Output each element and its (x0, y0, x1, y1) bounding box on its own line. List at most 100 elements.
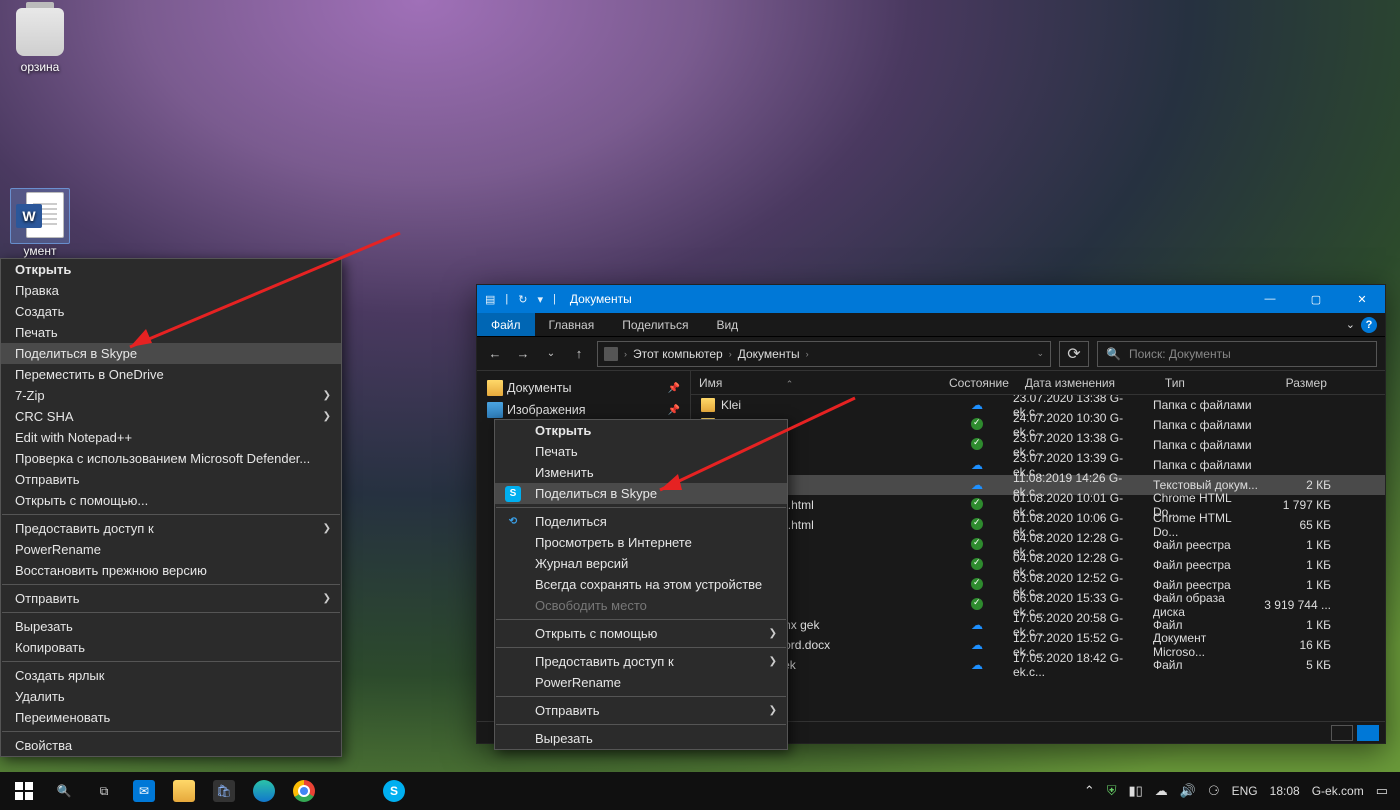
col-name[interactable]: Имя ⌃ (691, 376, 941, 390)
nav-documents[interactable]: Документы 📌 (477, 377, 690, 399)
ctx-create-shortcut[interactable]: Создать ярлык (1, 665, 341, 686)
file-size: 1 КБ (1259, 538, 1331, 552)
ctx-copy[interactable]: Копировать (1, 637, 341, 658)
tray-brand: G-ek.com (1312, 784, 1364, 798)
task-view-button[interactable]: ⧉ (84, 772, 124, 810)
file-row[interactable]: ция nginx gek☁17.05.2020 18:42 G-ek.c...… (691, 655, 1385, 675)
tray-notifications-icon[interactable]: ▭ (1376, 783, 1388, 799)
ectx-share[interactable]: ⟲Поделиться (495, 511, 787, 532)
ectx-grant-access[interactable]: Предоставить доступ к❯ (495, 651, 787, 672)
ribbon-expand-icon[interactable]: ⌄ (1346, 318, 1355, 331)
view-details-button[interactable] (1331, 725, 1353, 741)
ctx-delete[interactable]: Удалить (1, 686, 341, 707)
taskbar-chrome[interactable] (284, 772, 324, 810)
search-button[interactable]: 🔍 (44, 772, 84, 810)
ctx-crc-sha[interactable]: CRC SHA❯ (1, 406, 341, 427)
file-state: ☁ (941, 638, 1013, 652)
tray-chevron-icon[interactable]: ⌃ (1084, 783, 1095, 799)
ectx-change[interactable]: Изменить (495, 462, 787, 483)
col-type[interactable]: Тип (1157, 376, 1263, 390)
skype-icon: S (505, 486, 521, 502)
file-type: Файл образа диска (1153, 591, 1259, 619)
tab-file[interactable]: Файл (477, 313, 535, 336)
tab-share[interactable]: Поделиться (608, 313, 702, 336)
file-size: 3 919 744 ... (1259, 598, 1331, 612)
nav-back-button[interactable]: ← (485, 346, 505, 361)
ectx-print[interactable]: Печать (495, 441, 787, 462)
taskbar-explorer[interactable] (164, 772, 204, 810)
explorer-titlebar[interactable]: ▤ | ↻ ▾ | Документы — ▢ ✕ (477, 285, 1385, 313)
ctx-defender[interactable]: Проверка с использованием Microsoft Defe… (1, 448, 341, 469)
ctx-restore-previous[interactable]: Восстановить прежнюю версию (1, 560, 341, 581)
help-icon[interactable]: ? (1361, 317, 1377, 333)
ectx-cut[interactable]: Вырезать (495, 728, 787, 749)
taskbar-store[interactable]: 🛍 (204, 772, 244, 810)
col-size[interactable]: Размер (1263, 376, 1335, 390)
mail-icon: ✉ (133, 780, 155, 802)
qat-dropdown-icon[interactable]: ▾ (537, 293, 543, 306)
tab-home[interactable]: Главная (535, 313, 609, 336)
ctx-powerrename[interactable]: PowerRename (1, 539, 341, 560)
ctx-cut[interactable]: Вырезать (1, 616, 341, 637)
start-button[interactable] (4, 772, 44, 810)
ctx-notepadpp[interactable]: Edit with Notepad++ (1, 427, 341, 448)
tray-battery-icon[interactable]: ▮▯ (1128, 783, 1142, 799)
ectx-view-online[interactable]: Просмотреть в Интернете (495, 532, 787, 553)
nav-pictures[interactable]: Изображения 📌 (477, 399, 690, 421)
file-list-pane: Имя ⌃ Состояние Дата изменения Тип Разме… (691, 371, 1385, 721)
qat-undo-icon[interactable]: ↻ (518, 293, 527, 306)
ctx-share-skype[interactable]: Поделиться в Skype (1, 343, 341, 364)
maximize-button[interactable]: ▢ (1293, 285, 1339, 313)
ectx-send-to[interactable]: Отправить❯ (495, 700, 787, 721)
ectx-open-with[interactable]: Открыть с помощью❯ (495, 623, 787, 644)
ctx-7zip[interactable]: 7-Zip❯ (1, 385, 341, 406)
tray-language[interactable]: ENG (1232, 784, 1258, 798)
nav-forward-button[interactable]: → (513, 346, 533, 361)
col-state[interactable]: Состояние (941, 376, 1017, 390)
ectx-share-skype[interactable]: SПоделиться в Skype (495, 483, 787, 504)
tray-onedrive-icon[interactable]: ☁ (1155, 783, 1168, 799)
system-tray: ⌃ ⛨ ▮▯ ☁ 🔊 ⚆ ENG 18:08 G-ek.com ▭ (1084, 783, 1396, 799)
desktop-recycle-bin[interactable]: орзина (2, 8, 78, 74)
ctx-create[interactable]: Создать (1, 301, 341, 322)
ctx-send-to[interactable]: Отправить❯ (1, 588, 341, 609)
ctx-rename[interactable]: Переименовать (1, 707, 341, 728)
refresh-button[interactable]: ⟳ (1059, 341, 1089, 367)
breadcrumb-dropdown-icon[interactable]: ⌄ (1036, 348, 1044, 359)
ectx-version-history[interactable]: Журнал версий (495, 553, 787, 574)
task-view-icon: ⧉ (100, 784, 109, 799)
ctx-open-with[interactable]: Открыть с помощью... (1, 490, 341, 511)
tab-view[interactable]: Вид (702, 313, 752, 336)
close-button[interactable]: ✕ (1339, 285, 1385, 313)
ctx-grant-access[interactable]: Предоставить доступ к❯ (1, 518, 341, 539)
ctx-move-onedrive[interactable]: Переместить в OneDrive (1, 364, 341, 385)
ectx-always-keep[interactable]: Всегда сохранять на этом устройстве (495, 574, 787, 595)
taskbar-skype[interactable]: S (374, 772, 414, 810)
breadcrumb-pc[interactable]: Этот компьютер (633, 347, 723, 361)
nav-up-button[interactable]: ↑ (569, 346, 589, 361)
tray-time[interactable]: 18:08 (1270, 784, 1300, 798)
file-type: Файл реестра (1153, 538, 1259, 552)
breadcrumb[interactable]: › Этот компьютер › Документы › ⌄ (597, 341, 1051, 367)
tray-volume-icon[interactable]: 🔊 (1180, 783, 1196, 799)
ctx-edit[interactable]: Правка (1, 280, 341, 301)
ctx-open[interactable]: Открыть (1, 259, 341, 280)
ctx-properties[interactable]: Свойства (1, 735, 341, 756)
breadcrumb-docs[interactable]: Документы (738, 347, 800, 361)
ctx-send[interactable]: Отправить (1, 469, 341, 490)
search-box[interactable]: 🔍 Поиск: Документы (1097, 341, 1377, 367)
view-list-button[interactable] (1357, 725, 1379, 741)
taskbar-mail[interactable]: ✉ (124, 772, 164, 810)
ectx-open[interactable]: Открыть (495, 420, 787, 441)
file-size: 1 797 КБ (1259, 498, 1331, 512)
col-date[interactable]: Дата изменения (1017, 376, 1157, 390)
ctx-print[interactable]: Печать (1, 322, 341, 343)
ectx-powerrename[interactable]: PowerRename (495, 672, 787, 693)
file-state: ☁ (941, 398, 1013, 412)
minimize-button[interactable]: — (1247, 285, 1293, 313)
nav-history-button[interactable]: ⌄ (541, 348, 561, 359)
desktop-word-document[interactable]: W умент (2, 192, 78, 258)
tray-security-icon[interactable]: ⛨ (1107, 783, 1117, 799)
taskbar-edge[interactable] (244, 772, 284, 810)
tray-network-icon[interactable]: ⚆ (1208, 783, 1220, 799)
